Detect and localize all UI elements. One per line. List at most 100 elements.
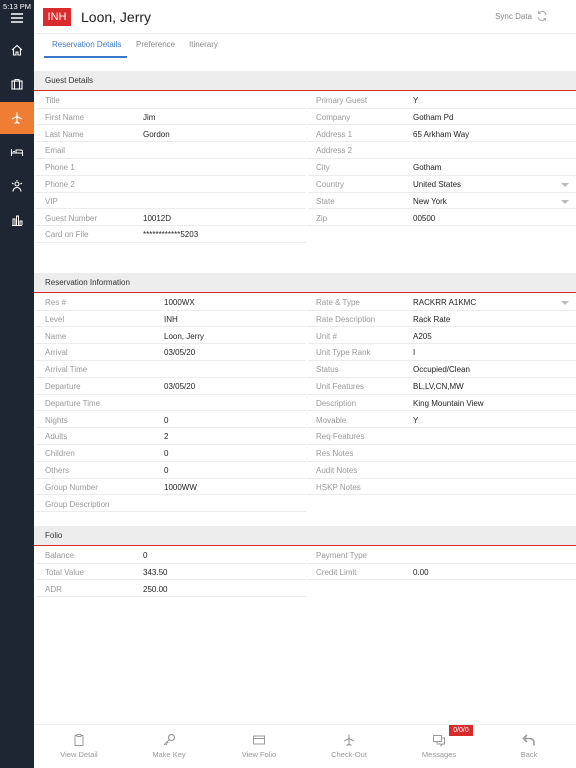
guest-details-header: Guest Details — [34, 71, 576, 91]
field-label: Email — [45, 146, 66, 156]
messages-count-badge: 0/0/0 — [449, 725, 473, 736]
field-value: RACKRR A1KMC — [413, 298, 477, 307]
active-tab-indicator — [44, 56, 127, 58]
chat-icon — [433, 735, 445, 747]
row-divider — [308, 460, 576, 462]
row-divider — [36, 579, 306, 581]
row-divider — [308, 579, 576, 581]
tab-preference[interactable]: Preference — [136, 40, 175, 49]
sidebar-item-housekeeping[interactable] — [0, 170, 34, 202]
back-arrow-icon — [522, 734, 535, 746]
row-divider — [36, 427, 306, 429]
toolbar-label: View Folio — [241, 750, 277, 759]
row-divider — [308, 174, 576, 176]
field-label: Adults — [45, 432, 68, 442]
field-label: Description — [316, 398, 357, 408]
row-divider — [308, 124, 576, 126]
row-divider — [36, 141, 306, 143]
home-icon — [11, 44, 23, 56]
field-value: ************5203 — [143, 230, 199, 240]
field-label: Zip — [316, 213, 328, 223]
row-divider — [36, 157, 306, 159]
field-value: 0 — [164, 466, 169, 475]
field-label: Departure Time — [45, 398, 101, 408]
row-divider — [308, 427, 576, 429]
airplane-icon — [11, 112, 23, 125]
field-label: Unit Features — [316, 382, 365, 391]
field-label: Phone 2 — [45, 180, 75, 189]
housekeeping-icon — [11, 180, 23, 192]
row-divider — [36, 343, 306, 345]
row-divider — [36, 359, 306, 361]
field-label: Level — [45, 314, 65, 324]
row-divider — [308, 343, 576, 345]
reservation-info-header: Reservation Information — [34, 273, 576, 293]
row-divider — [36, 174, 306, 176]
row-divider — [36, 511, 306, 513]
tab-itinerary[interactable]: Itinerary — [189, 40, 218, 49]
refresh-icon[interactable] — [536, 10, 548, 22]
field-value: United States — [413, 180, 462, 189]
toolbar-label: View Detail — [60, 750, 98, 759]
field-value: 03/05/20 — [164, 382, 196, 391]
view-folio-button[interactable]: View Folio — [214, 725, 304, 768]
field-label: Title — [45, 96, 60, 105]
row-divider — [36, 225, 306, 227]
hamburger-icon — [11, 13, 23, 23]
field-value: 03/05/20 — [164, 348, 196, 358]
field-label: Address 1 — [316, 129, 353, 139]
field-value: Occupied/Clean — [413, 365, 470, 375]
field-label: Rate Description — [316, 314, 376, 324]
row-divider — [308, 494, 576, 496]
field-label: City — [316, 163, 330, 173]
sidebar-item-reports[interactable] — [0, 204, 34, 236]
back-button[interactable]: Back — [484, 725, 574, 768]
sidebar-item-luggage[interactable] — [0, 68, 34, 100]
row-divider — [36, 410, 306, 412]
sync-data-button[interactable]: Sync Data — [495, 12, 532, 21]
chevron-down-icon[interactable] — [561, 199, 569, 204]
field-label: Credit Limit — [316, 567, 357, 577]
menu-button[interactable] — [0, 2, 34, 34]
row-divider — [308, 157, 576, 159]
field-label: Audit Notes — [316, 466, 358, 475]
row-divider — [308, 326, 576, 328]
row-divider — [36, 326, 306, 328]
field-label: Rate & Type — [316, 298, 360, 307]
section-title: Guest Details — [45, 76, 94, 85]
field-label: Children — [45, 449, 75, 459]
row-divider — [36, 494, 306, 496]
row-divider — [36, 241, 306, 243]
field-label: HSKP Notes — [316, 482, 361, 492]
field-value: 0.00 — [413, 567, 429, 577]
sidebar-item-arrivals[interactable] — [0, 102, 34, 134]
row-divider — [308, 359, 576, 361]
clipboard-icon — [74, 734, 84, 746]
field-label: Country — [316, 180, 345, 189]
field-label: Arrival Time — [45, 365, 88, 375]
chevron-down-icon[interactable] — [561, 183, 569, 187]
field-value: 0 — [164, 415, 169, 425]
field-value: 343.50 — [143, 567, 168, 577]
sidebar-item-rooms[interactable] — [0, 136, 34, 168]
card-icon — [253, 735, 265, 745]
section-title: Reservation Information — [45, 278, 130, 287]
check-out-button[interactable]: Check-Out — [304, 725, 394, 768]
field-value: I — [413, 348, 416, 358]
chevron-down-icon[interactable] — [561, 301, 569, 305]
field-label: Status — [316, 365, 339, 375]
field-label: Unit Type Rank — [316, 348, 371, 358]
page-title: Loon, Jerry — [81, 9, 152, 25]
field-label: Address 2 — [316, 146, 353, 156]
row-divider — [308, 208, 576, 210]
field-value: Y — [413, 96, 419, 105]
field-value: BL,LV,CN,MW — [413, 382, 464, 391]
luggage-icon — [11, 78, 23, 90]
field-value: 00500 — [413, 213, 436, 223]
view-detail-button[interactable]: View Detail — [34, 725, 124, 768]
make-key-button[interactable]: Make Key — [124, 725, 214, 768]
toolbar-label: Messages — [421, 750, 457, 759]
tab-reservation-details[interactable]: Reservation Details — [52, 40, 121, 49]
sidebar-item-home[interactable] — [0, 34, 34, 66]
row-divider — [308, 410, 576, 412]
